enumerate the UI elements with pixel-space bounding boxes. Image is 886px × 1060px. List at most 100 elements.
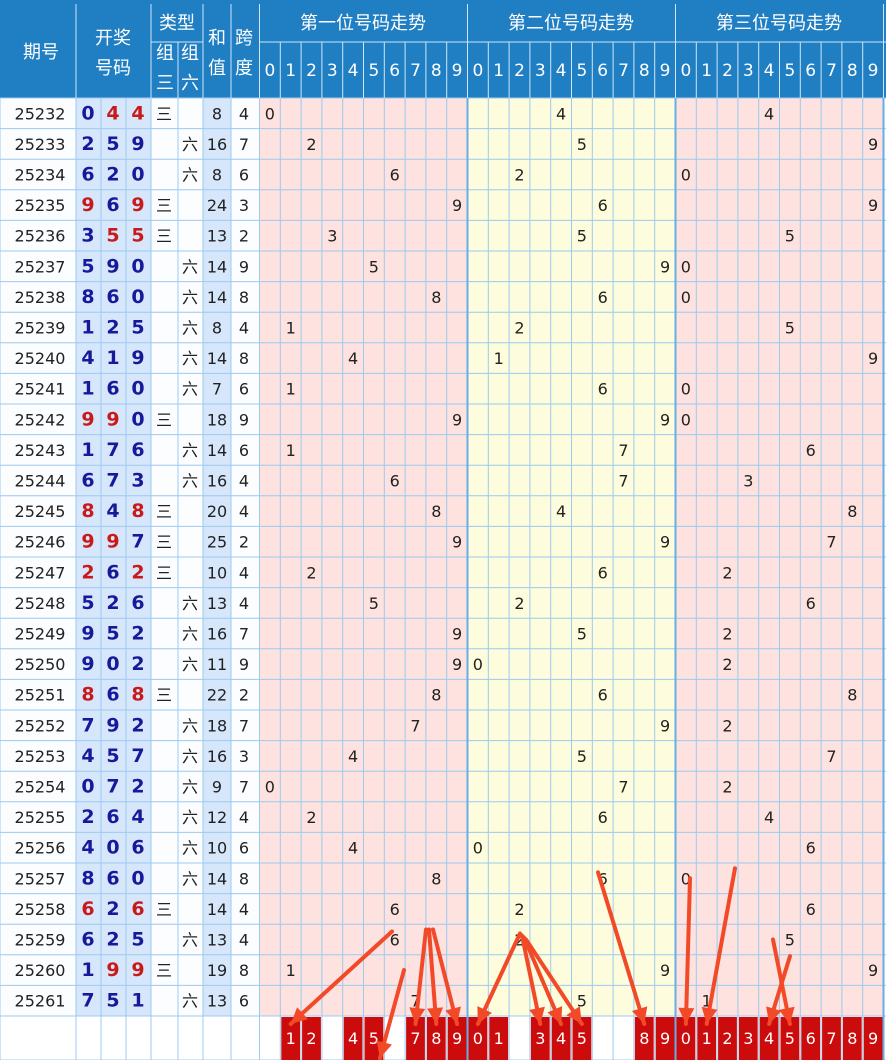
draw-digit: 9: [106, 959, 119, 981]
trend-mark: 6: [806, 839, 816, 858]
trend-mark: 0: [681, 410, 691, 429]
period-cell: 25233: [15, 135, 66, 154]
draw-digit: 6: [106, 378, 119, 400]
type-cell: 三: [156, 227, 172, 246]
period-cell: 25238: [15, 288, 66, 307]
type-cell: 六: [182, 716, 198, 735]
span-cell: 6: [239, 839, 249, 858]
digit-header-3-6: 6: [805, 61, 816, 81]
sum-cell: 20: [207, 502, 227, 521]
trend-mark: 5: [369, 594, 379, 613]
sum-cell: 18: [207, 410, 227, 429]
trend-mark: 0: [473, 655, 483, 674]
type-cell: 三: [156, 563, 172, 582]
prediction-digit: 0: [473, 1029, 483, 1048]
trend-mark: 4: [764, 104, 774, 123]
type-cell: 六: [182, 839, 198, 858]
trend-mark: 7: [826, 533, 836, 552]
trend-mark: 4: [348, 839, 358, 858]
draw-digit: 9: [106, 408, 119, 430]
period-cell: 25261: [15, 992, 66, 1011]
trend-mark: 7: [618, 472, 628, 491]
draw-digit: 6: [131, 837, 144, 859]
period-cell: 25259: [15, 931, 66, 950]
draw-digit: 2: [81, 806, 94, 828]
header-z3-1: 组: [156, 43, 174, 64]
draw-digit: 2: [106, 317, 119, 339]
digit-header-1-7: 7: [410, 61, 421, 81]
trend-mark: 2: [514, 166, 524, 185]
draw-digit: 9: [131, 347, 144, 369]
trend-mark: 5: [577, 747, 587, 766]
period-cell: 25250: [15, 655, 66, 674]
digit-header-2-9: 9: [660, 61, 671, 81]
trend-mark: 5: [785, 227, 795, 246]
span-cell: 9: [239, 257, 249, 276]
draw-digit: 8: [81, 500, 94, 522]
sum-cell: 14: [207, 900, 227, 919]
span-cell: 7: [239, 625, 249, 644]
trend-mark: 6: [390, 166, 400, 185]
trend-mark: 6: [598, 196, 608, 215]
digit-header-1-0: 0: [264, 61, 275, 81]
draw-digit: 0: [131, 164, 144, 186]
draw-digit: 2: [106, 929, 119, 951]
trend-mark: 9: [868, 961, 878, 980]
type-cell: 六: [182, 441, 198, 460]
span-cell: 3: [239, 747, 249, 766]
draw-digit: 1: [81, 959, 94, 981]
draw-digit: 5: [106, 225, 119, 247]
trend-mark: 9: [868, 349, 878, 368]
trend-mark: 9: [868, 135, 878, 154]
type-cell: 六: [182, 747, 198, 766]
period-cell: 25241: [15, 380, 66, 399]
sum-cell: 11: [207, 655, 227, 674]
span-cell: 9: [239, 410, 249, 429]
digit-header-3-2: 2: [722, 61, 733, 81]
trend-mark: 2: [306, 808, 316, 827]
draw-digit: 7: [106, 776, 119, 798]
trend-mark: 9: [452, 533, 462, 552]
digit-header-1-8: 8: [431, 61, 442, 81]
period-cell: 25245: [15, 502, 66, 521]
draw-digit: 7: [131, 531, 144, 553]
trend-mark: 9: [660, 257, 670, 276]
digit-header-3-0: 0: [680, 61, 691, 81]
trend-mark: 8: [431, 869, 441, 888]
prediction-digit: 9: [452, 1029, 462, 1048]
prediction-digit: 6: [806, 1029, 816, 1048]
trend-mark: 6: [598, 686, 608, 705]
draw-digit: 9: [131, 959, 144, 981]
header-span-2: 度: [235, 58, 253, 79]
digit-header-1-3: 3: [327, 61, 338, 81]
draw-digit: 7: [106, 470, 119, 492]
sum-cell: 13: [207, 992, 227, 1011]
trend-mark: 8: [847, 686, 857, 705]
draw-digit: 6: [81, 164, 94, 186]
sum-cell: 8: [212, 104, 222, 123]
span-cell: 6: [239, 992, 249, 1011]
span-cell: 4: [239, 931, 249, 950]
type-cell: 三: [156, 900, 172, 919]
type-cell: 六: [182, 808, 198, 827]
sum-cell: 18: [207, 716, 227, 735]
trend-mark: 2: [722, 778, 732, 797]
draw-digit: 2: [81, 561, 94, 583]
draw-digit: 2: [106, 898, 119, 920]
type-cell: 六: [182, 135, 198, 154]
sum-cell: 10: [207, 563, 227, 582]
trend-mark: 6: [806, 900, 816, 919]
trend-mark: 6: [806, 441, 816, 460]
draw-digit: 9: [106, 255, 119, 277]
sum-cell: 19: [207, 961, 227, 980]
digit-header-2-3: 3: [535, 61, 546, 81]
trend-mark: 7: [618, 778, 628, 797]
trend-mark: 8: [431, 686, 441, 705]
period-cell: 25243: [15, 441, 66, 460]
draw-digit: 8: [131, 500, 144, 522]
prediction-digit: 3: [535, 1029, 545, 1048]
draw-digit: 5: [106, 623, 119, 645]
type-cell: 六: [182, 594, 198, 613]
draw-digit: 9: [131, 133, 144, 155]
sum-cell: 14: [207, 869, 227, 888]
